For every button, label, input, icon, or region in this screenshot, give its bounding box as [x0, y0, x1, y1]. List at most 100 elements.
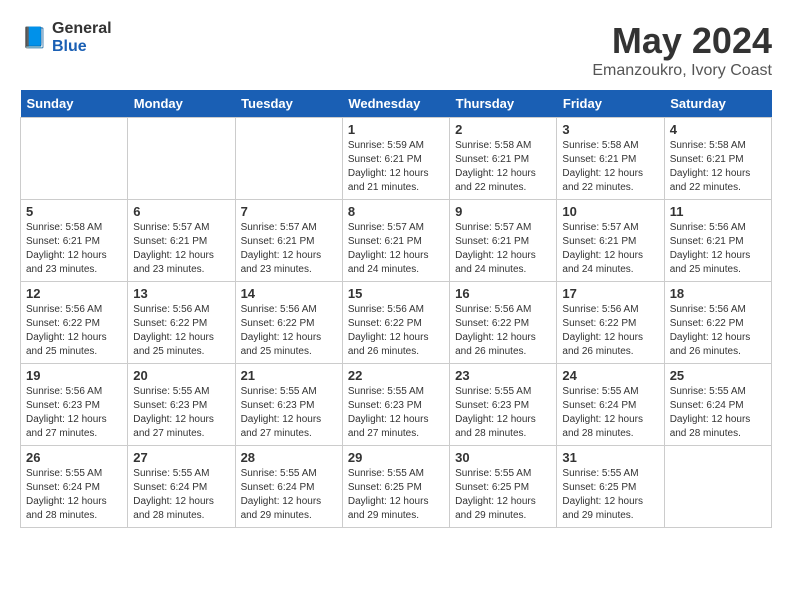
title-area: May 2024 Emanzoukro, Ivory Coast: [592, 20, 772, 80]
day-info: Sunrise: 5:57 AM Sunset: 6:21 PM Dayligh…: [133, 221, 229, 277]
calendar-cell: [235, 118, 342, 200]
day-header-thursday: Thursday: [450, 90, 557, 118]
day-number: 6: [133, 204, 229, 219]
day-header-sunday: Sunday: [21, 90, 128, 118]
week-row-4: 19Sunrise: 5:56 AM Sunset: 6:23 PM Dayli…: [21, 364, 772, 446]
day-number: 25: [670, 368, 766, 383]
main-title: May 2024: [592, 20, 772, 62]
calendar-cell: 16Sunrise: 5:56 AM Sunset: 6:22 PM Dayli…: [450, 282, 557, 364]
day-number: 8: [348, 204, 444, 219]
week-row-1: 1 Sunrise: 5:59 AM Sunset: 6:21 PM Daylig…: [21, 118, 772, 200]
calendar-cell: 31 Sunrise: 5:55 AM Sunset: 6:25 PM Dayli…: [557, 446, 664, 528]
day-number: 27: [133, 450, 229, 465]
day-info: Sunrise: 5:58 AM Sunset: 6:21 PM Dayligh…: [455, 139, 551, 195]
logo-blue: Blue: [52, 38, 112, 56]
calendar-cell: [664, 446, 771, 528]
day-info: Sunrise: 5:55 AM Sunset: 6:23 PM Dayligh…: [241, 385, 337, 441]
page-header: 📘 General Blue May 2024 Emanzoukro, Ivor…: [20, 20, 772, 80]
day-header-friday: Friday: [557, 90, 664, 118]
day-info: Sunrise: 5:56 AM Sunset: 6:22 PM Dayligh…: [133, 303, 229, 359]
day-number: 30: [455, 450, 551, 465]
day-header-saturday: Saturday: [664, 90, 771, 118]
calendar-cell: 18 Sunrise: 5:56 AM Sunset: 6:22 PM Dayli…: [664, 282, 771, 364]
week-row-3: 12 Sunrise: 5:56 AM Sunset: 6:22 PM Dayli…: [21, 282, 772, 364]
calendar-cell: 10Sunrise: 5:57 AM Sunset: 6:21 PM Dayli…: [557, 200, 664, 282]
day-number: 12: [26, 286, 122, 301]
day-number: 4: [670, 122, 766, 137]
logo-text: General Blue: [52, 20, 112, 55]
day-number: 7: [241, 204, 337, 219]
logo: 📘 General Blue: [20, 20, 112, 55]
day-info: Sunrise: 5:55 AM Sunset: 6:24 PM Dayligh…: [133, 467, 229, 523]
calendar-cell: 20Sunrise: 5:55 AM Sunset: 6:23 PM Dayli…: [128, 364, 235, 446]
day-info: Sunrise: 5:56 AM Sunset: 6:22 PM Dayligh…: [26, 303, 122, 359]
day-info: Sunrise: 5:58 AM Sunset: 6:21 PM Dayligh…: [562, 139, 658, 195]
day-info: Sunrise: 5:56 AM Sunset: 6:21 PM Dayligh…: [670, 221, 766, 277]
day-number: 9: [455, 204, 551, 219]
day-number: 21: [241, 368, 337, 383]
day-info: Sunrise: 5:57 AM Sunset: 6:21 PM Dayligh…: [455, 221, 551, 277]
day-info: Sunrise: 5:59 AM Sunset: 6:21 PM Dayligh…: [348, 139, 444, 195]
day-info: Sunrise: 5:55 AM Sunset: 6:23 PM Dayligh…: [455, 385, 551, 441]
day-number: 26: [26, 450, 122, 465]
day-info: Sunrise: 5:55 AM Sunset: 6:24 PM Dayligh…: [670, 385, 766, 441]
calendar-cell: 5Sunrise: 5:58 AM Sunset: 6:21 PM Daylig…: [21, 200, 128, 282]
svg-text:📘: 📘: [22, 26, 48, 49]
day-number: 31: [562, 450, 658, 465]
calendar-cell: 12 Sunrise: 5:56 AM Sunset: 6:22 PM Dayli…: [21, 282, 128, 364]
day-number: 17: [562, 286, 658, 301]
day-info: Sunrise: 5:55 AM Sunset: 6:25 PM Dayligh…: [455, 467, 551, 523]
day-number: 2: [455, 122, 551, 137]
day-info: Sunrise: 5:56 AM Sunset: 6:22 PM Dayligh…: [670, 303, 766, 359]
day-info: Sunrise: 5:57 AM Sunset: 6:21 PM Dayligh…: [241, 221, 337, 277]
day-info: Sunrise: 5:56 AM Sunset: 6:22 PM Dayligh…: [455, 303, 551, 359]
calendar-cell: 8Sunrise: 5:57 AM Sunset: 6:21 PM Daylig…: [342, 200, 449, 282]
calendar-cell: 30 Sunrise: 5:55 AM Sunset: 6:25 PM Dayli…: [450, 446, 557, 528]
calendar-cell: 21 Sunrise: 5:55 AM Sunset: 6:23 PM Dayli…: [235, 364, 342, 446]
day-number: 1: [348, 122, 444, 137]
day-number: 15: [348, 286, 444, 301]
header-row: SundayMondayTuesdayWednesdayThursdayFrid…: [21, 90, 772, 118]
day-info: Sunrise: 5:55 AM Sunset: 6:23 PM Dayligh…: [348, 385, 444, 441]
week-row-2: 5Sunrise: 5:58 AM Sunset: 6:21 PM Daylig…: [21, 200, 772, 282]
day-number: 24: [562, 368, 658, 383]
week-row-5: 26 Sunrise: 5:55 AM Sunset: 6:24 PM Dayli…: [21, 446, 772, 528]
calendar-cell: 28Sunrise: 5:55 AM Sunset: 6:24 PM Dayli…: [235, 446, 342, 528]
day-info: Sunrise: 5:57 AM Sunset: 6:21 PM Dayligh…: [562, 221, 658, 277]
day-number: 23: [455, 368, 551, 383]
calendar-cell: 7 Sunrise: 5:57 AM Sunset: 6:21 PM Daylig…: [235, 200, 342, 282]
day-header-wednesday: Wednesday: [342, 90, 449, 118]
calendar-cell: 14Sunrise: 5:56 AM Sunset: 6:22 PM Dayli…: [235, 282, 342, 364]
day-info: Sunrise: 5:55 AM Sunset: 6:23 PM Dayligh…: [133, 385, 229, 441]
calendar-cell: [128, 118, 235, 200]
calendar-cell: 11 Sunrise: 5:56 AM Sunset: 6:21 PM Dayli…: [664, 200, 771, 282]
day-number: 18: [670, 286, 766, 301]
day-info: Sunrise: 5:56 AM Sunset: 6:22 PM Dayligh…: [348, 303, 444, 359]
day-number: 5: [26, 204, 122, 219]
day-number: 19: [26, 368, 122, 383]
day-number: 13: [133, 286, 229, 301]
logo-general: General: [52, 20, 112, 38]
logo-icon: 📘: [20, 24, 48, 52]
calendar-table: SundayMondayTuesdayWednesdayThursdayFrid…: [20, 90, 772, 528]
day-info: Sunrise: 5:55 AM Sunset: 6:25 PM Dayligh…: [562, 467, 658, 523]
day-info: Sunrise: 5:56 AM Sunset: 6:22 PM Dayligh…: [562, 303, 658, 359]
calendar-cell: 24Sunrise: 5:55 AM Sunset: 6:24 PM Dayli…: [557, 364, 664, 446]
day-info: Sunrise: 5:58 AM Sunset: 6:21 PM Dayligh…: [670, 139, 766, 195]
calendar-cell: 6 Sunrise: 5:57 AM Sunset: 6:21 PM Daylig…: [128, 200, 235, 282]
day-header-monday: Monday: [128, 90, 235, 118]
day-info: Sunrise: 5:55 AM Sunset: 6:25 PM Dayligh…: [348, 467, 444, 523]
calendar-cell: 23 Sunrise: 5:55 AM Sunset: 6:23 PM Dayli…: [450, 364, 557, 446]
calendar-cell: [21, 118, 128, 200]
calendar-cell: 29 Sunrise: 5:55 AM Sunset: 6:25 PM Dayli…: [342, 446, 449, 528]
calendar-cell: 9 Sunrise: 5:57 AM Sunset: 6:21 PM Daylig…: [450, 200, 557, 282]
calendar-cell: 19Sunrise: 5:56 AM Sunset: 6:23 PM Dayli…: [21, 364, 128, 446]
day-info: Sunrise: 5:55 AM Sunset: 6:24 PM Dayligh…: [26, 467, 122, 523]
calendar-cell: 26 Sunrise: 5:55 AM Sunset: 6:24 PM Dayli…: [21, 446, 128, 528]
calendar-cell: 17 Sunrise: 5:56 AM Sunset: 6:22 PM Dayli…: [557, 282, 664, 364]
calendar-cell: 3Sunrise: 5:58 AM Sunset: 6:21 PM Daylig…: [557, 118, 664, 200]
day-number: 29: [348, 450, 444, 465]
calendar-cell: 4 Sunrise: 5:58 AM Sunset: 6:21 PM Daylig…: [664, 118, 771, 200]
day-number: 11: [670, 204, 766, 219]
day-number: 22: [348, 368, 444, 383]
